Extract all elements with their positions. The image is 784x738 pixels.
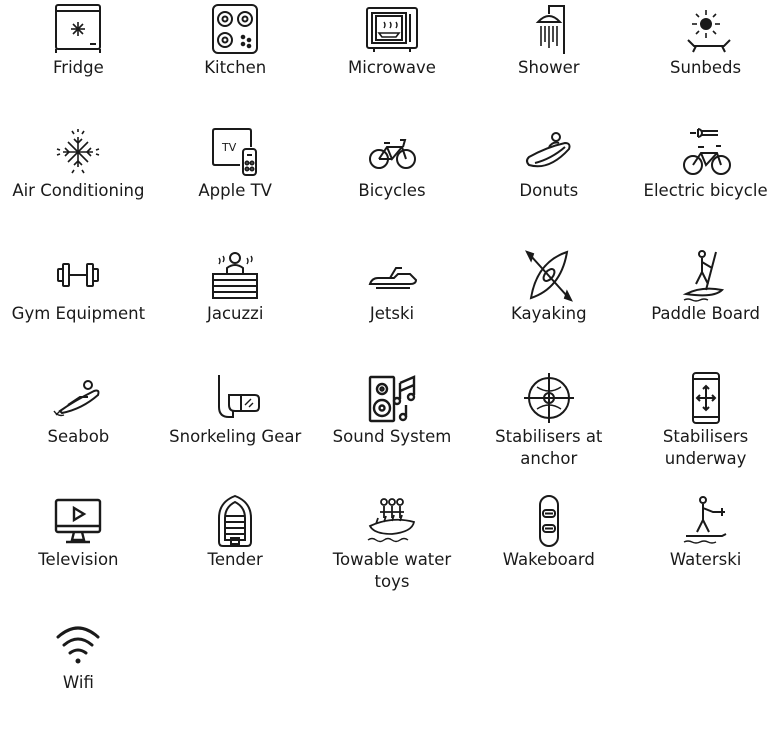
amenity-label: Stabilisers underway — [662, 427, 749, 468]
amenity-label: Fridge — [53, 58, 104, 77]
stabiliser-anchor-icon — [519, 371, 579, 425]
shower-icon — [519, 2, 579, 56]
jacuzzi-icon — [205, 248, 265, 302]
amenity-item: TV Apple TV — [157, 123, 314, 246]
wakeboard-icon — [519, 494, 579, 548]
amenity-label: Electric bicycle — [643, 181, 768, 200]
amenity-item: Shower — [470, 0, 627, 123]
amenity-label: Shower — [518, 58, 580, 77]
dumbbell-icon — [48, 248, 108, 302]
stove-icon — [205, 2, 265, 56]
amenity-label: Snorkeling Gear — [169, 427, 302, 446]
amenity-label: Apple TV — [198, 181, 272, 200]
amenity-item: Waterski — [627, 492, 784, 615]
amenity-label: Paddle Board — [651, 304, 760, 323]
amenity-item: Paddle Board — [627, 246, 784, 369]
amenity-item: Jetski — [314, 246, 471, 369]
amenities-grid: Fridge Kitchen Microwave Shower Sunbeds … — [0, 0, 784, 738]
amenity-item: Fridge — [0, 0, 157, 123]
amenity-label: Towable water toys — [332, 550, 452, 591]
amenity-item: Gym Equipment — [0, 246, 157, 369]
television-icon — [48, 494, 108, 548]
amenity-label: Kayaking — [510, 304, 587, 323]
amenity-item: Sunbeds — [627, 0, 784, 123]
amenity-label: Television — [38, 550, 119, 569]
amenity-item: Microwave — [314, 0, 471, 123]
amenity-label: Microwave — [348, 58, 436, 77]
amenity-item: Stabilisers at anchor — [470, 369, 627, 492]
speaker-icon — [362, 371, 422, 425]
amenity-label: Bicycles — [358, 181, 426, 200]
towable-toy-icon — [362, 494, 422, 548]
amenity-label: Donuts — [519, 181, 579, 200]
amenity-item: Kitchen — [157, 0, 314, 123]
snowflake-icon — [48, 125, 108, 179]
amenity-label: Wakeboard — [502, 550, 595, 569]
kayak-icon — [519, 248, 579, 302]
amenity-label: Air Conditioning — [12, 181, 145, 200]
amenity-label: Sunbeds — [670, 58, 742, 77]
amenity-item: Wakeboard — [470, 492, 627, 615]
amenity-label: Gym Equipment — [11, 304, 146, 323]
fridge-icon — [48, 2, 108, 56]
amenity-item: Air Conditioning — [0, 123, 157, 246]
amenity-label: Seabob — [47, 427, 110, 446]
wifi-icon — [48, 617, 108, 671]
svg-text:TV: TV — [221, 141, 237, 154]
amenity-item: Towable water toys — [314, 492, 471, 615]
paddle-board-icon — [676, 248, 736, 302]
seabob-icon — [48, 371, 108, 425]
amenity-item: Donuts — [470, 123, 627, 246]
amenity-item: Wifi — [0, 615, 157, 738]
amenity-item: Snorkeling Gear — [157, 369, 314, 492]
electric-bicycle-icon — [676, 125, 736, 179]
amenity-label: Jetski — [369, 304, 415, 323]
amenity-item: Stabilisers underway — [627, 369, 784, 492]
amenity-item: Tender — [157, 492, 314, 615]
amenity-item: Bicycles — [314, 123, 471, 246]
amenity-item: Sound System — [314, 369, 471, 492]
amenity-label: Waterski — [669, 550, 742, 569]
stabiliser-underway-icon — [676, 371, 736, 425]
donut-tube-icon — [519, 125, 579, 179]
amenity-label: Jacuzzi — [206, 304, 264, 323]
amenity-item: Jacuzzi — [157, 246, 314, 369]
jetski-icon — [362, 248, 422, 302]
apple-tv-icon: TV — [205, 125, 265, 179]
amenity-item: Television — [0, 492, 157, 615]
amenity-label: Tender — [207, 550, 263, 569]
snorkel-icon — [205, 371, 265, 425]
microwave-icon — [362, 2, 422, 56]
amenity-item: Kayaking — [470, 246, 627, 369]
amenity-item: Seabob — [0, 369, 157, 492]
sunbed-icon — [676, 2, 736, 56]
amenity-item: Electric bicycle — [627, 123, 784, 246]
tender-boat-icon — [205, 494, 265, 548]
amenity-label: Kitchen — [204, 58, 267, 77]
amenity-label: Sound System — [332, 427, 452, 446]
waterski-icon — [676, 494, 736, 548]
bicycle-icon — [362, 125, 422, 179]
amenity-label: Stabilisers at anchor — [495, 427, 603, 468]
